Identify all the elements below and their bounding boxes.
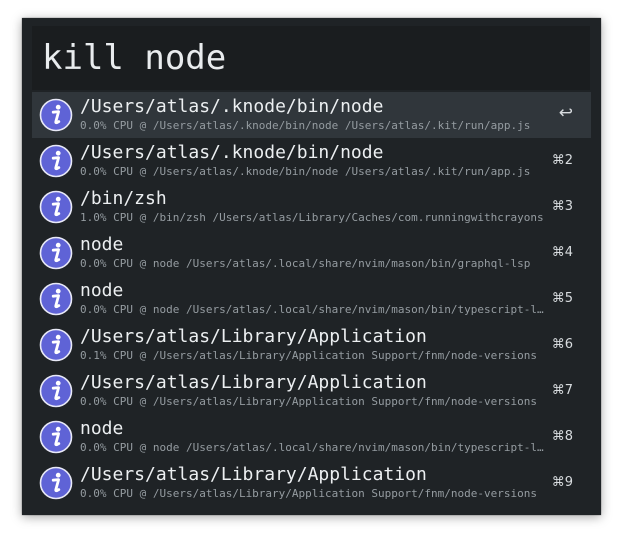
result-subtitle: 0.0% CPU @ node /Users/atlas/.local/shar… <box>80 257 531 270</box>
result-subtitle: 0.0% CPU @ node /Users/atlas/.local/shar… <box>80 303 546 316</box>
result-row[interactable]: /Users/atlas/.knode/bin/node 0.0% CPU @ … <box>32 92 591 138</box>
result-row[interactable]: node 0.0% CPU @ node /Users/atlas/.local… <box>32 230 591 276</box>
info-icon <box>39 190 73 224</box>
result-title: node <box>80 418 124 439</box>
shortcut-hint: ⌘6 <box>551 337 573 352</box>
result-row[interactable]: node 0.0% CPU @ node /Users/atlas/.local… <box>32 414 591 460</box>
result-subtitle: 0.0% CPU @ /Users/atlas/.knode/bin/node … <box>80 165 531 178</box>
result-title: node <box>80 280 124 301</box>
result-title: /bin/zsh <box>80 188 167 209</box>
info-icon <box>39 236 73 270</box>
shortcut-hint: ⌘5 <box>551 291 573 306</box>
result-title: /Users/atlas/Library/Application <box>80 464 427 485</box>
result-row[interactable]: /Users/atlas/Library/Application 0.1% CP… <box>32 322 591 368</box>
result-row[interactable]: /bin/zsh 1.0% CPU @ /bin/zsh /Users/atla… <box>32 184 591 230</box>
result-subtitle: 0.1% CPU @ /Users/atlas/Library/Applicat… <box>80 349 537 362</box>
info-icon <box>39 466 73 500</box>
result-row[interactable]: /Users/atlas/Library/Application 0.0% CP… <box>32 368 591 414</box>
result-row[interactable]: /Users/atlas/.knode/bin/node 0.0% CPU @ … <box>32 138 591 184</box>
info-icon <box>39 98 73 132</box>
result-subtitle: 0.0% CPU @ /Users/atlas/Library/Applicat… <box>80 395 537 408</box>
shortcut-hint: ⌘2 <box>551 153 573 168</box>
result-title: /Users/atlas/Library/Application <box>80 372 427 393</box>
info-icon <box>39 282 73 316</box>
shortcut-hint: ⌘4 <box>551 245 573 260</box>
shortcut-hint: ⌘8 <box>551 429 573 444</box>
result-subtitle: 0.0% CPU @ /Users/atlas/.knode/bin/node … <box>80 119 531 132</box>
results-list: /Users/atlas/.knode/bin/node 0.0% CPU @ … <box>32 92 591 506</box>
result-subtitle: 0.0% CPU @ /Users/atlas/Library/Applicat… <box>80 487 537 500</box>
return-key-hint: ↩ <box>558 103 573 123</box>
result-subtitle: 1.0% CPU @ /bin/zsh /Users/atlas/Library… <box>80 211 544 224</box>
shortcut-hint: ⌘7 <box>551 383 573 398</box>
info-icon <box>39 420 73 454</box>
result-title: /Users/atlas/.knode/bin/node <box>80 96 384 117</box>
result-title: /Users/atlas/.knode/bin/node <box>80 142 384 163</box>
info-icon <box>39 374 73 408</box>
info-icon <box>39 144 73 178</box>
shortcut-hint: ⌘3 <box>551 199 573 214</box>
result-row[interactable]: /Users/atlas/Library/Application 0.0% CP… <box>32 460 591 506</box>
info-icon <box>39 328 73 362</box>
result-row[interactable]: node 0.0% CPU @ node /Users/atlas/.local… <box>32 276 591 322</box>
result-title: /Users/atlas/Library/Application <box>80 326 427 347</box>
result-title: node <box>80 234 124 255</box>
search-input[interactable]: kill node <box>32 26 590 90</box>
shortcut-hint: ⌘9 <box>551 475 573 490</box>
launcher-window: kill node /Users/atlas/.knode/bin/node 0… <box>22 18 601 515</box>
result-subtitle: 0.0% CPU @ node /Users/atlas/.local/shar… <box>80 441 546 454</box>
